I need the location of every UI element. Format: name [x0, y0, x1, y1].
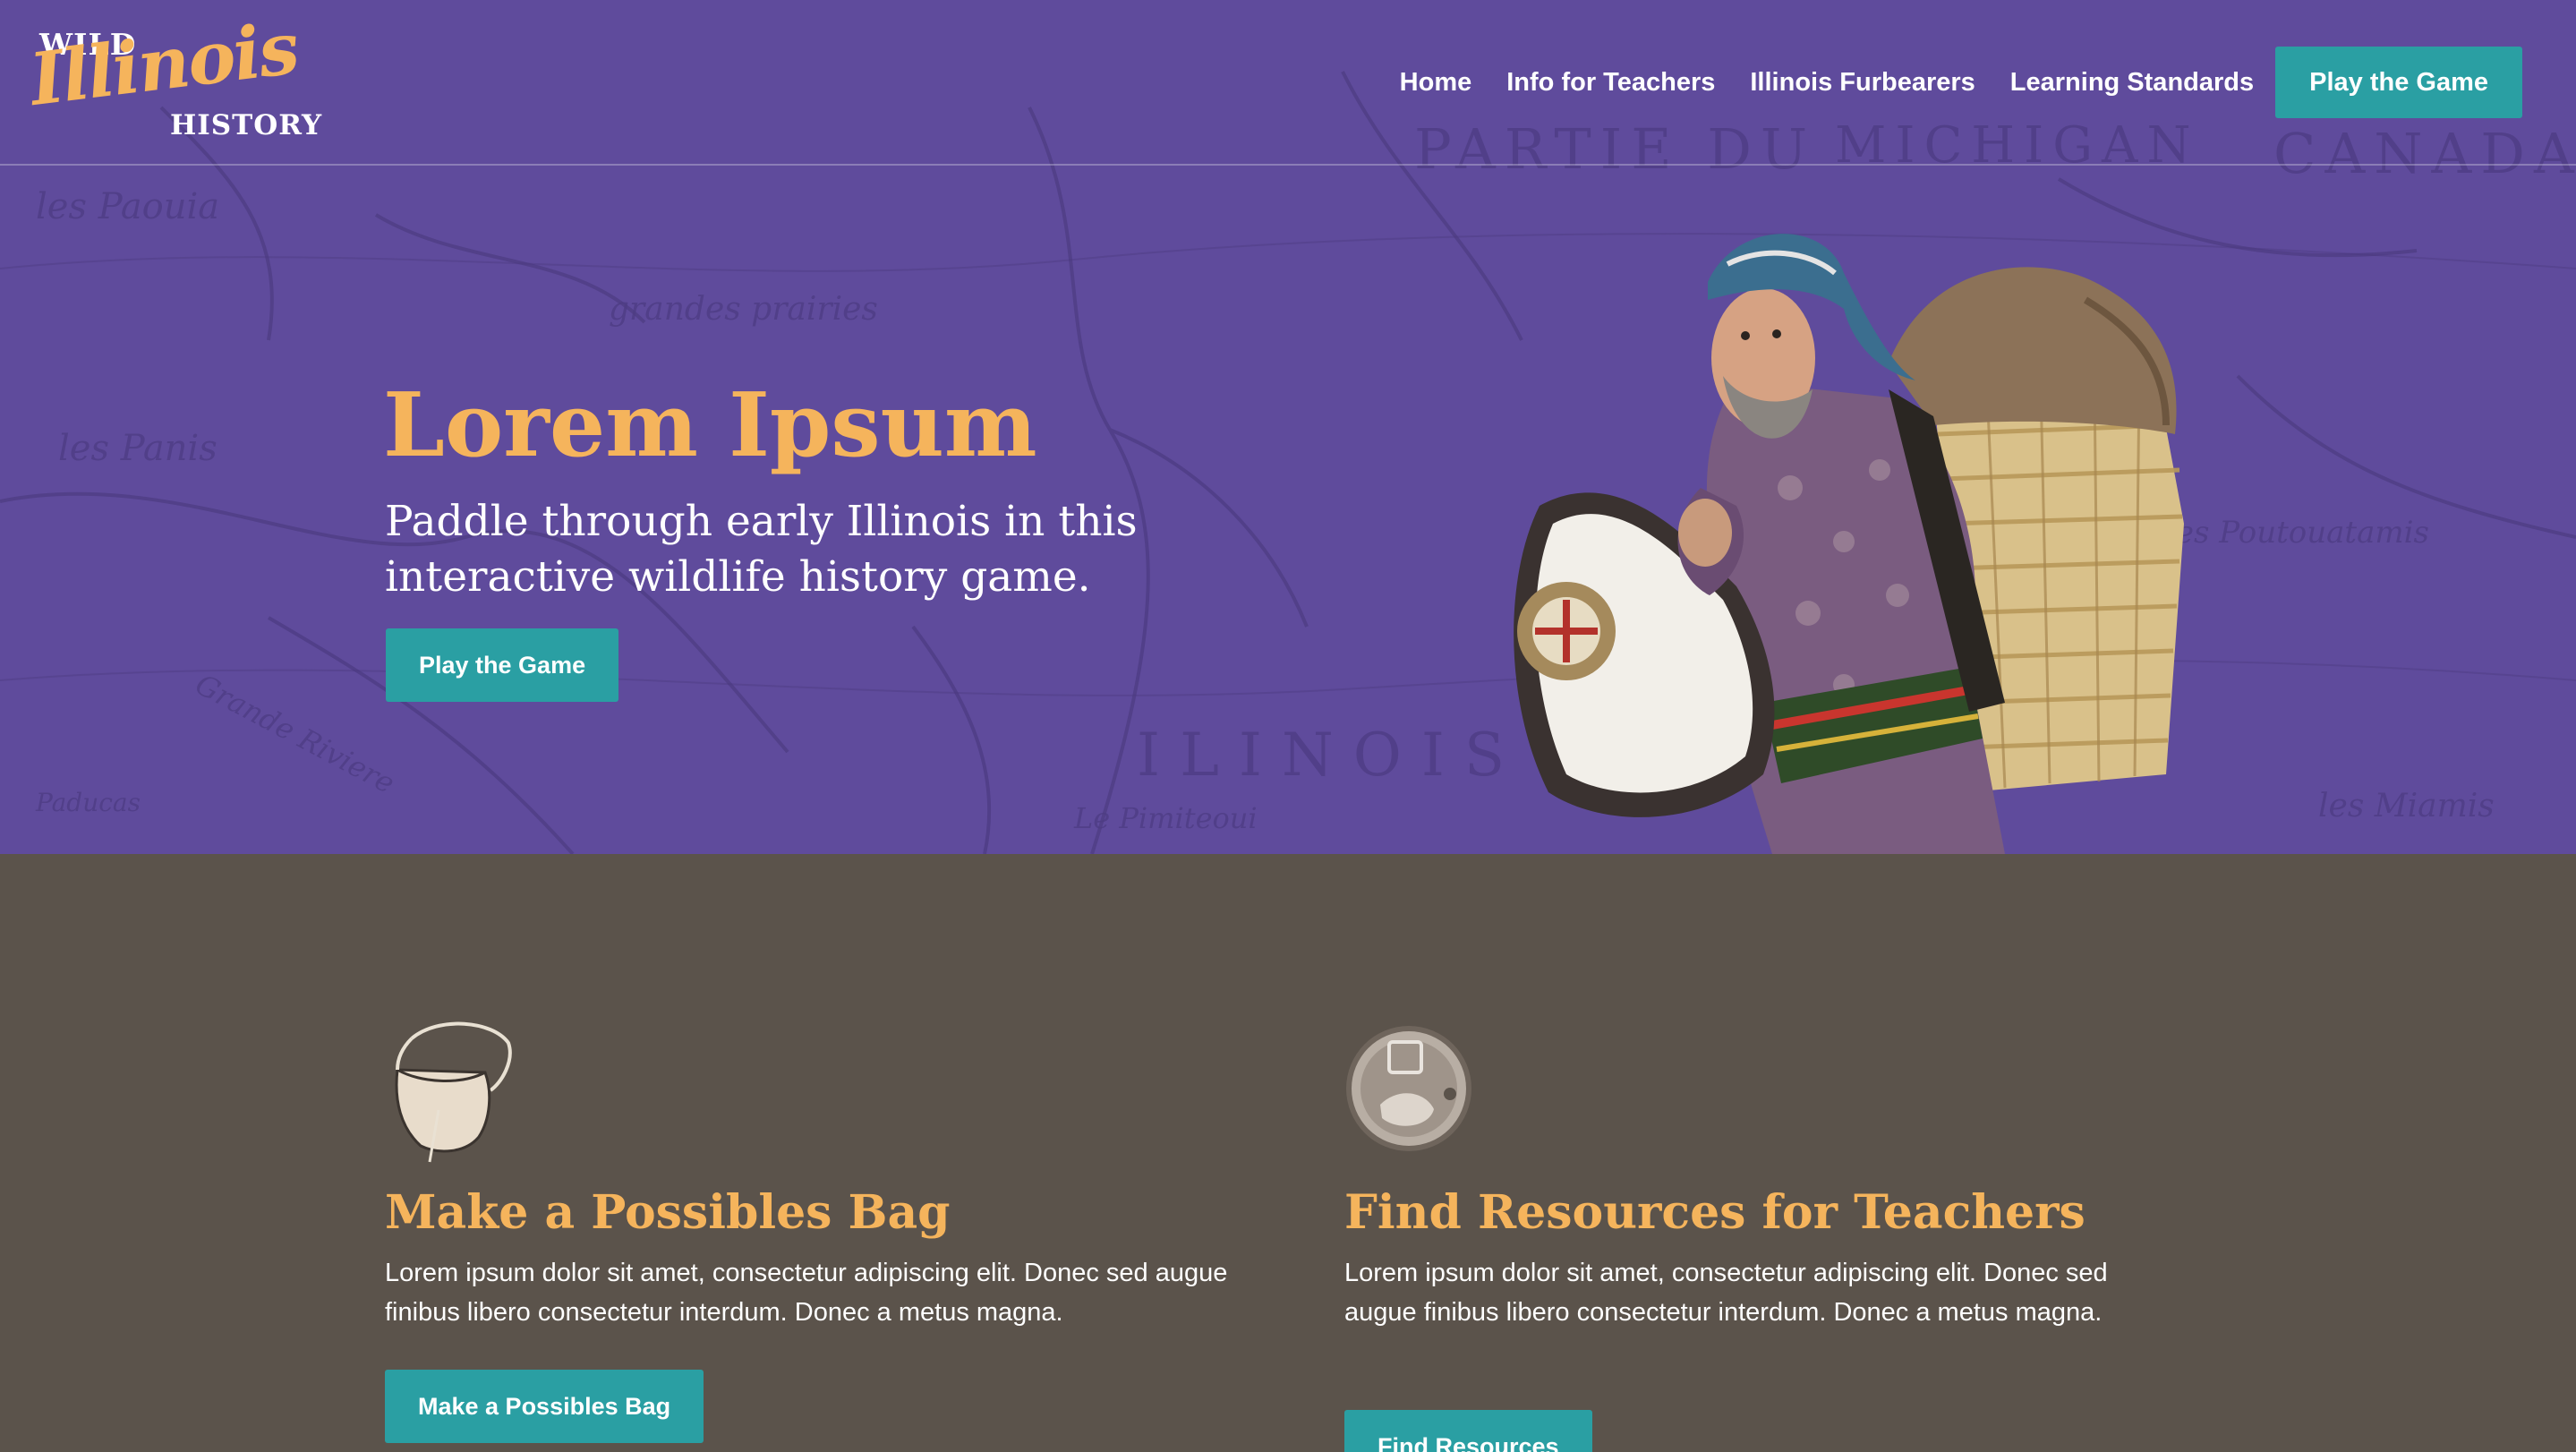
hero-section: les Paouia PARTIE DU MICHIGAN CANADA les… — [0, 0, 2576, 854]
map-label: Paducas — [36, 788, 141, 817]
site-header: WILD Illinois HISTORY Home Info for Teac… — [0, 0, 2576, 166]
map-label: les Panis — [58, 428, 218, 469]
map-label: ILINOIS — [1137, 721, 1525, 790]
features-section: Make a Possibles Bag Lorem ipsum dolor s… — [0, 854, 2576, 1452]
site-logo[interactable]: WILD Illinois HISTORY — [26, 5, 340, 154]
logo-illinois-text: Illinois — [25, 5, 303, 122]
hero-subtitle: Paddle through early Illinois in this in… — [385, 497, 1138, 602]
feature-title: Make a Possibles Bag — [385, 1185, 951, 1240]
hero-play-the-game-button[interactable]: Play the Game — [386, 628, 619, 702]
find-resources-button[interactable]: Find Resources — [1344, 1410, 1592, 1452]
page: les Paouia PARTIE DU MICHIGAN CANADA les… — [0, 0, 2576, 1452]
silver-coin-icon — [1346, 1026, 1471, 1151]
logo-history-text: HISTORY — [170, 109, 323, 141]
possibles-bag-icon — [395, 1021, 512, 1163]
feature-text: Lorem ipsum dolor sit amet, consectetur … — [385, 1259, 1228, 1327]
nav-play-the-game-button[interactable]: Play the Game — [2275, 47, 2522, 118]
map-label: les Paouia — [36, 186, 220, 227]
map-label: grandes prairies — [609, 291, 878, 328]
feature-text: Lorem ipsum dolor sit amet, consectetur … — [1344, 1259, 2108, 1327]
map-label: les Poutouatamis — [2166, 515, 2429, 551]
hero-voyageur-photo — [1514, 234, 2184, 854]
nav-home[interactable]: Home — [1400, 68, 1472, 98]
nav-learning-standards[interactable]: Learning Standards — [2010, 68, 2254, 98]
nav-info-for-teachers[interactable]: Info for Teachers — [1506, 68, 1715, 98]
map-label: Le Pimiteoui — [1074, 801, 1258, 835]
nav-illinois-furbearers[interactable]: Illinois Furbearers — [1750, 68, 1975, 98]
make-a-possibles-bag-button[interactable]: Make a Possibles Bag — [385, 1370, 704, 1443]
main-nav: Home Info for Teachers Illinois Furbeare… — [1400, 47, 2522, 118]
map-label: les Miamis — [2318, 788, 2495, 824]
hero-title: Lorem Ipsum — [383, 374, 1037, 477]
feature-title: Find Resources for Teachers — [1344, 1185, 2086, 1240]
